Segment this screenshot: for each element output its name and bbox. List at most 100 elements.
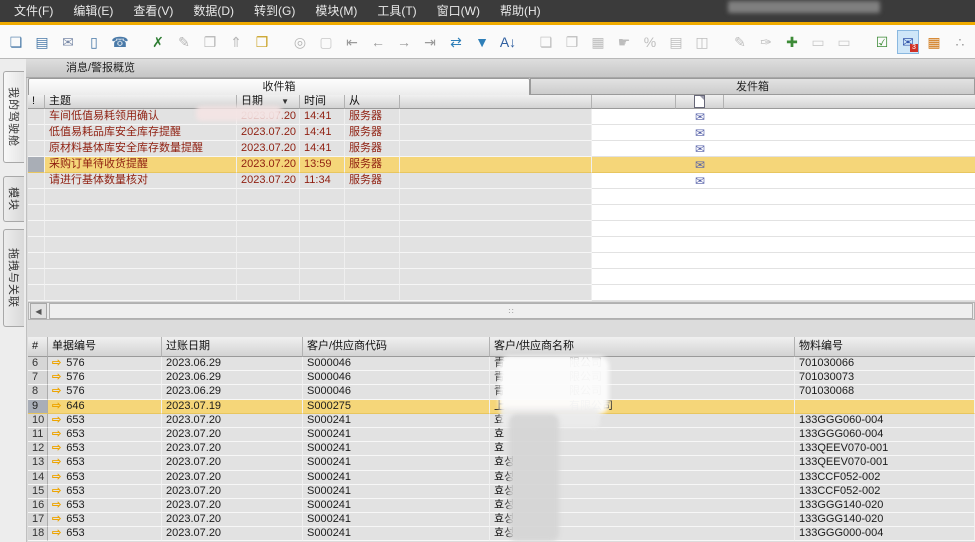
copy-from-icon[interactable]: ❏ [535,30,557,54]
messages-alerts-icon[interactable]: ✉3 [897,30,919,54]
last-record-icon[interactable]: ⇥ [419,30,441,54]
menu-item-3[interactable]: 数据(D) [183,0,244,22]
first-record-icon[interactable]: ⇤ [341,30,363,54]
column-header-alert[interactable]: ! [28,95,45,109]
scrollbar-thumb[interactable]: ∷ [49,303,973,319]
empty-cell [237,269,300,285]
chat-history-icon[interactable]: ▭ [833,30,855,54]
menu-item-5[interactable]: 模块(M) [305,0,367,22]
menu-item-4[interactable]: 转到(G) [244,0,305,22]
find-icon[interactable]: ◎ [289,30,311,54]
inbox-row[interactable]: 请进行基体数量核对2023.07.2011:34服务器✉ [28,173,975,189]
refresh-icon[interactable]: ⇄ [445,30,467,54]
link-arrow-icon[interactable]: ⇨ [52,513,61,525]
side-tab-1[interactable]: 我的驾驶舱 [3,71,24,163]
column-header-doc-number[interactable]: 单据编号 [48,337,162,357]
sort-desc-icon[interactable]: ▼ [281,95,289,108]
table-row[interactable]: 13⇨6532023.07.20S000241효성133QEEV070-001 [28,456,975,470]
table-row[interactable]: 17⇨6532023.07.20S000241효성133GGG140-020 [28,513,975,527]
send-fax-icon[interactable]: ☎ [109,30,131,54]
edit-glyph: ✎ [734,35,746,49]
print-preview-icon[interactable]: ❏ [5,30,27,54]
empty-cell [45,253,237,269]
next-record-icon[interactable]: → [393,30,415,54]
side-tab-2[interactable]: 模块 [3,176,24,222]
menu-item-8[interactable]: 帮助(H) [490,0,551,22]
tab-inbox[interactable]: 收件箱 [28,78,530,95]
item-number-cell: 133QEEV070-001 [795,456,975,470]
filter-icon[interactable]: ▼ [471,30,493,54]
previous-record-icon[interactable]: ← [367,30,389,54]
sort-icon[interactable]: A↓ [497,30,519,54]
link-arrow-icon[interactable]: ⇨ [52,456,61,468]
export-pdf-icon[interactable]: ❐ [199,30,221,54]
link-arrow-icon[interactable]: ⇨ [52,371,61,383]
mail-open-icon[interactable]: ✉ [695,174,705,188]
horizontal-scrollbar[interactable]: ◀ ∷ [28,302,975,320]
table-row[interactable]: 18⇨6532023.07.20S000241효성133GGG000-004 [28,527,975,541]
gross-profit-icon[interactable]: % [639,30,661,54]
inbox-row[interactable]: 车间低值易耗领用确认2023.07.2014:41服务器✉ [28,109,975,125]
scroll-left-button[interactable]: ◀ [30,303,47,319]
link-arrow-icon[interactable]: ⇨ [52,527,61,539]
form-settings-icon[interactable]: ✚ [781,30,803,54]
journal-entry-icon[interactable]: ▤ [665,30,687,54]
print-icon[interactable]: ▤ [31,30,53,54]
link-arrow-icon[interactable]: ⇨ [52,471,61,483]
link-arrow-icon[interactable]: ⇨ [52,400,61,412]
document-settings-icon[interactable]: ✑ [755,30,777,54]
send-sms-icon[interactable]: ▯ [83,30,105,54]
edit-icon[interactable]: ✎ [729,30,751,54]
link-arrow-icon[interactable]: ⇨ [52,428,61,440]
lock-screen-icon[interactable]: ❒ [251,30,273,54]
column-header-bp-name[interactable]: 客户/供应商名称 [490,337,795,357]
table-row[interactable]: 16⇨6532023.07.20S000241효성133GGG140-020 [28,499,975,513]
link-arrow-icon[interactable]: ⇨ [52,414,61,426]
column-header-from[interactable]: 从 [345,95,400,109]
inbox-row[interactable]: 原材料基体库安全库存数量提醒2023.07.2014:41服务器✉ [28,141,975,157]
column-header-posting-date[interactable]: 过账日期 [162,337,303,357]
empty-cell [345,189,400,205]
upload-icon[interactable]: ⇑ [225,30,247,54]
column-header-bp-code[interactable]: 客户/供应商代码 [303,337,490,357]
clipboard-icon[interactable]: ▢ [315,30,337,54]
report-icon[interactable]: ▦ [923,30,945,54]
table-row[interactable]: 14⇨6532023.07.20S000241효성133CCF052-002 [28,471,975,485]
menu-item-2[interactable]: 查看(V) [123,0,183,22]
menu-item-6[interactable]: 工具(T) [367,0,426,22]
column-header-row-number[interactable]: # [28,337,48,357]
send-email-icon[interactable]: ✉ [57,30,79,54]
link-arrow-icon[interactable]: ⇨ [52,499,61,511]
query-icon[interactable]: ◫ [691,30,713,54]
column-header-attachment[interactable] [676,95,724,109]
mail-open-icon[interactable]: ✉ [695,110,705,124]
link-arrow-icon[interactable]: ⇨ [52,442,61,454]
column-header-item-number[interactable]: 物料编号 [795,337,975,357]
menu-item-1[interactable]: 编辑(E) [63,0,123,22]
table-row[interactable]: 12⇨6532023.07.20S000241효133QEEV070-001 [28,442,975,456]
link-arrow-icon[interactable]: ⇨ [52,357,61,369]
first-record-glyph: ⇤ [346,35,358,49]
tab-outbox[interactable]: 发件箱 [530,78,975,95]
side-tab-3[interactable]: 拖拽与关联 [3,229,24,327]
org-chart-icon[interactable]: ∴ [949,30,971,54]
copy-to-icon[interactable]: ❐ [561,30,583,54]
menu-item-0[interactable]: 文件(F) [4,0,63,22]
calculator-icon[interactable]: ▦ [587,30,609,54]
menu-item-7[interactable]: 窗口(W) [427,0,490,22]
mail-open-icon[interactable]: ✉ [695,158,705,172]
mail-open-icon[interactable]: ✉ [695,142,705,156]
checklist-icon[interactable]: ☑ [871,30,893,54]
payment-means-icon[interactable]: ☛ [613,30,635,54]
inbox-row[interactable]: 采购订单待收货提醒2023.07.2013:59服务器✉ [28,157,975,173]
link-arrow-icon[interactable]: ⇨ [52,385,61,397]
chat-icon[interactable]: ▭ [807,30,829,54]
table-row[interactable]: 15⇨6532023.07.20S000241효성133CCF052-002 [28,485,975,499]
inbox-row[interactable]: 低值易耗品库安全库存提醒2023.07.2014:41服务器✉ [28,125,975,141]
mail-open-icon[interactable]: ✉ [695,126,705,140]
export-word-icon[interactable]: ✎ [173,30,195,54]
column-header-time[interactable]: 时间 [300,95,345,109]
export-excel-icon[interactable]: ✗ [147,30,169,54]
table-row[interactable]: 11⇨6532023.07.20S000241효133GGG060-004 [28,428,975,442]
link-arrow-icon[interactable]: ⇨ [52,485,61,497]
